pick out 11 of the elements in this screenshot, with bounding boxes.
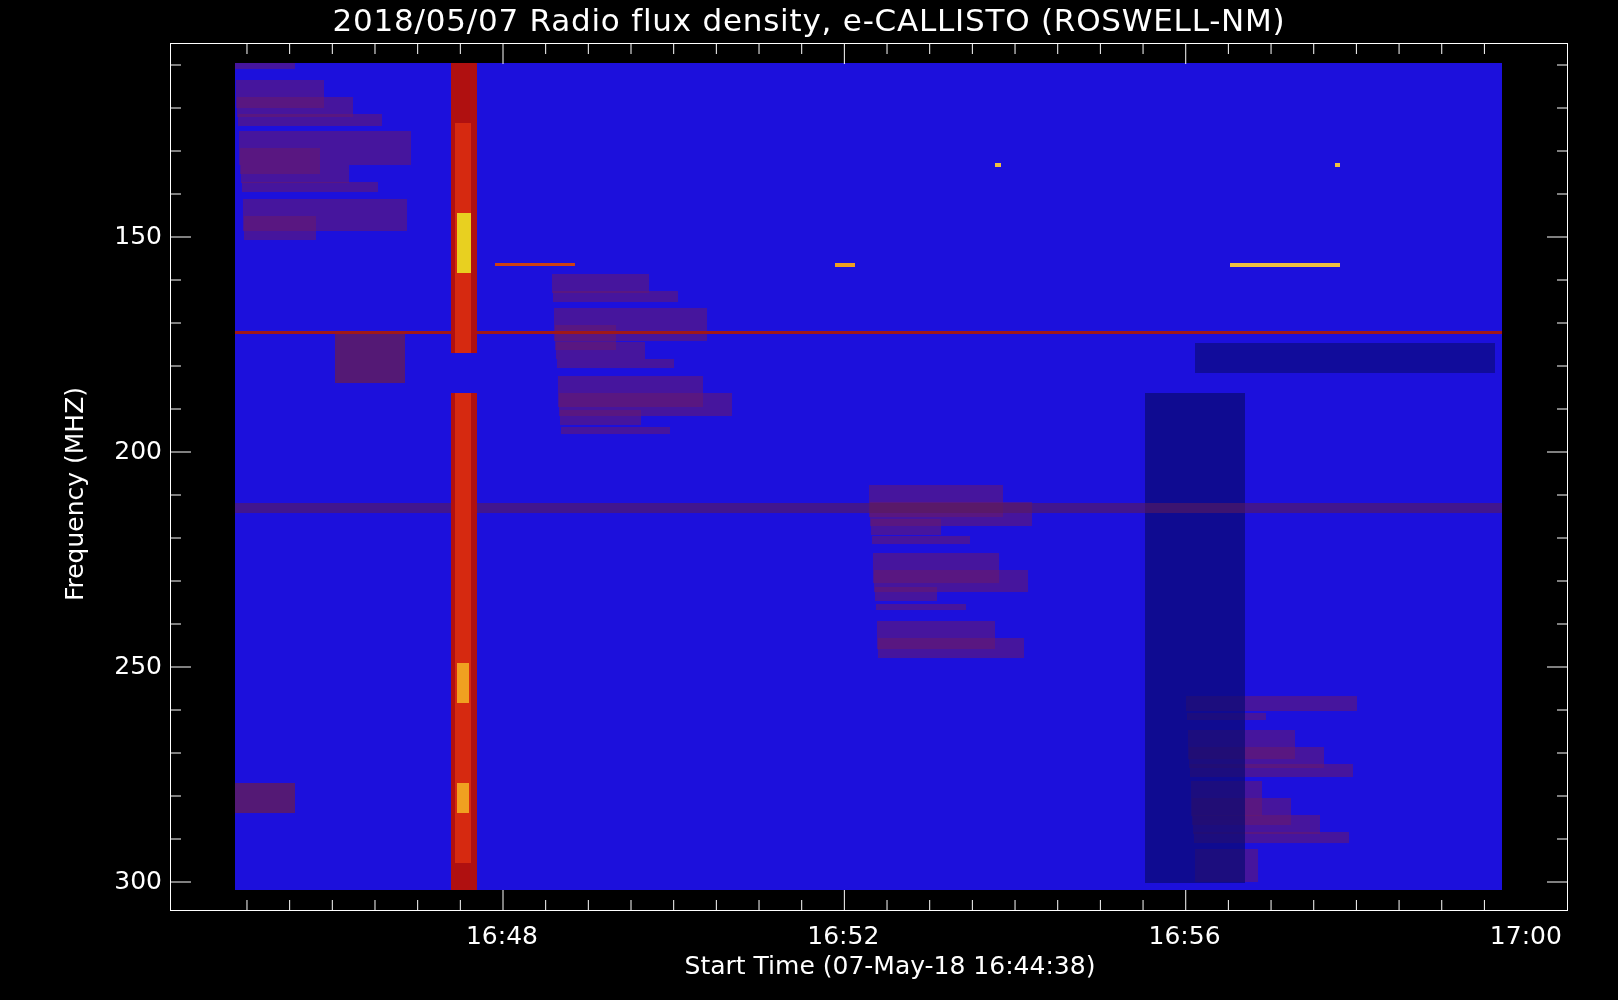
x-axis-label: Start Time (07-May-18 16:44:38) <box>683 952 1097 980</box>
y-tick-label: 300 <box>113 867 162 895</box>
chart-title: 2018/05/07 Radio flux density, e-CALLISTO (ROSWELL-NM) <box>331 2 1287 38</box>
y-axis-label: Frequency (MHZ) <box>61 386 90 602</box>
y-tick-label: 200 <box>113 437 162 465</box>
x-tick-label: 16:48 <box>464 922 539 950</box>
x-tick-label: 16:52 <box>806 922 881 950</box>
y-tick-label: 150 <box>113 222 162 250</box>
x-tick-label: 16:56 <box>1147 922 1222 950</box>
x-tick-label: 17:00 <box>1488 922 1563 950</box>
y-tick-label: 250 <box>113 652 162 680</box>
